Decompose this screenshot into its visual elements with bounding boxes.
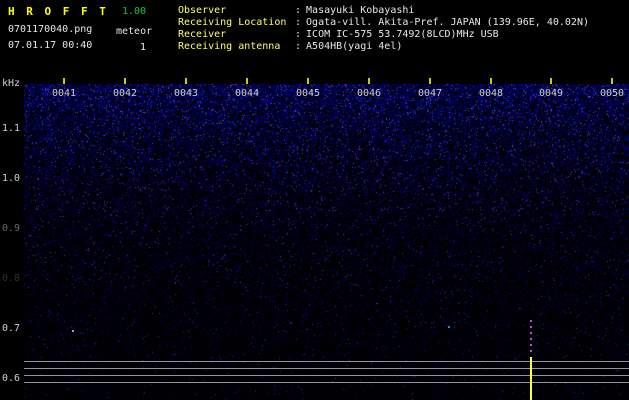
freq-label: 1.0 [2,173,24,184]
noise-speck [72,330,74,332]
info-separator: : [295,41,301,53]
freq-label: 0.9 [2,223,24,234]
station-info: Observer : Masayuki Kobayashi Receiving … [178,5,628,53]
minute-tick [185,78,187,84]
minute-tick [490,78,492,84]
info-label: Observer [178,5,295,17]
time-label: 0041 [51,88,77,99]
minute-tick [124,78,126,84]
freq-label: 0.8 [2,273,24,284]
time-label: 0050 [599,88,625,99]
info-label: Receiving antenna [178,41,295,53]
time-label: 0047 [417,88,443,99]
info-row-observer: Observer : Masayuki Kobayashi [178,5,628,17]
info-row-antenna: Receiving antenna : A504HB(yagi 4el) [178,41,628,53]
level-graph-gridlines [24,361,629,384]
datetime-label: 07.01.17 00:40 [8,40,92,51]
info-row-receiver: Receiver : ICOM IC-575 53.7492(8LCD)MHz … [178,29,628,41]
freq-label: 0.7 [2,323,24,334]
info-value: A504HB(yagi 4el) [306,41,402,53]
info-row-location: Receiving Location : Ogata-vill. Akita-P… [178,17,628,29]
minute-tick [429,78,431,84]
freq-unit-label: kHz [2,78,24,89]
time-label: 0045 [295,88,321,99]
echo-count: 1 [140,42,146,53]
info-label: Receiver [178,29,295,41]
minute-tick [368,78,370,84]
mode-label: meteor [116,26,152,37]
minute-tick [307,78,309,84]
time-label: 0049 [538,88,564,99]
info-value: ICOM IC-575 53.7492(8LCD)MHz USB [306,29,499,41]
freq-label: 1.1 [2,123,24,134]
hrofft-window: H R O F F T 1.00 0701170040.png meteor 0… [0,0,629,400]
minute-tick [550,78,552,84]
meteor-echo-spike [530,357,532,400]
info-value: Ogata-vill. Akita-Pref. JAPAN (139.96E, … [306,17,589,29]
minute-tick [611,78,613,84]
app-title: H R O F F T [8,5,108,18]
info-separator: : [295,29,301,41]
time-label: 0046 [356,88,382,99]
app-version: 1.00 [122,6,146,17]
time-label: 0043 [173,88,199,99]
info-value: Masayuki Kobayashi [306,5,414,17]
minute-tick [63,78,65,84]
time-label: 0048 [478,88,504,99]
spectrogram-noise [24,84,629,400]
meteor-echo-trace [530,320,532,356]
info-label: Receiving Location [178,17,295,29]
minute-tick [246,78,248,84]
noise-speck [448,326,450,328]
time-label: 0044 [234,88,260,99]
output-filename: 0701170040.png [8,24,92,35]
info-separator: : [295,17,301,29]
freq-label: 0.6 [2,373,24,384]
info-separator: : [295,5,301,17]
time-label: 0042 [112,88,138,99]
